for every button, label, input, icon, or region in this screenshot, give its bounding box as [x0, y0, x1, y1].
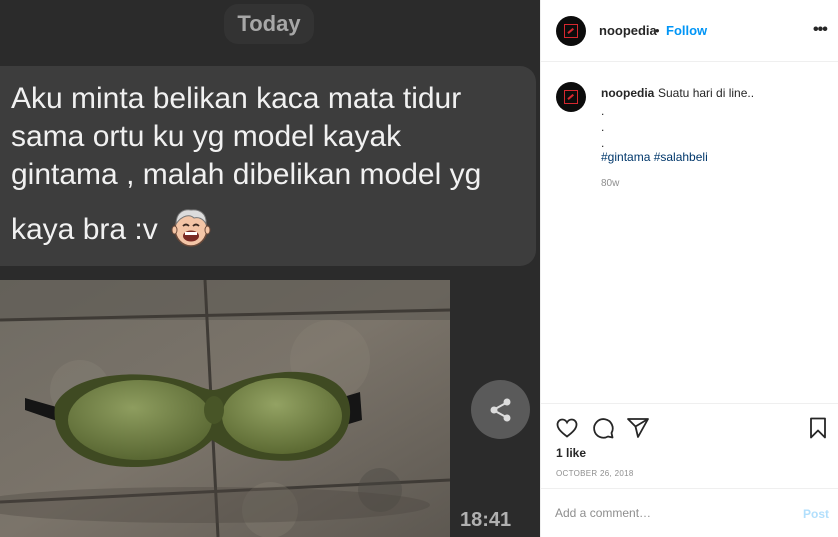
caption-text: Suatu hari di line.. — [658, 86, 755, 100]
comment-input[interactable] — [555, 506, 785, 520]
post-caption: noopedia Suatu hari di line.. . . . #gin… — [541, 62, 838, 404]
bookmark-icon[interactable] — [806, 416, 830, 440]
post-date: OCTOBER 26, 2018 — [556, 469, 634, 478]
message-line: kaya bra :v — [11, 212, 158, 246]
caption-dot: . — [601, 120, 605, 134]
header-separator: • — [655, 23, 660, 38]
more-options-icon[interactable]: ••• — [813, 21, 828, 39]
caption-age: 80w — [601, 178, 620, 189]
message-line: Aku minta belikan kaca mata tidur — [11, 82, 462, 115]
post-actions: 1 like OCTOBER 26, 2018 — [541, 404, 838, 488]
follow-button[interactable]: Follow — [666, 23, 707, 38]
share-direct-icon[interactable] — [626, 416, 650, 440]
day-separator: Today — [224, 4, 314, 44]
comment-icon[interactable] — [591, 416, 615, 440]
green-sleep-mask-photo-icon — [0, 280, 450, 537]
day-label: Today — [237, 11, 301, 36]
caption-dot: . — [601, 104, 605, 118]
share-icon[interactable] — [471, 380, 530, 439]
caption-username[interactable]: noopedia — [601, 86, 654, 100]
message-line: sama ortu ku yg model kayak — [11, 120, 402, 153]
message-timestamp: 18:41 — [460, 509, 512, 531]
message-line-last: kaya bra :v — [11, 209, 531, 252]
chat-message: Aku minta belikan kaca mata tidur sama o… — [11, 80, 531, 252]
noopedia-logo-avatar-icon[interactable] — [556, 16, 586, 46]
message-line: gintama , malah dibelikan model yg — [11, 158, 482, 191]
post-media[interactable]: Today Aku minta belikan kaca mata tidur … — [0, 0, 540, 537]
post-side-panel: noopedia • Follow ••• noopedia Suatu har… — [540, 0, 838, 537]
comment-bar: Post — [541, 488, 838, 537]
likes-count[interactable]: 1 like — [556, 446, 586, 460]
header-username[interactable]: noopedia — [599, 23, 657, 38]
post-header: noopedia • Follow ••• — [541, 0, 838, 62]
caption-dot: . — [601, 136, 605, 150]
laughing-face-sticker-icon — [170, 206, 212, 248]
heart-icon[interactable] — [555, 416, 579, 440]
caption-avatar-icon[interactable] — [556, 82, 586, 112]
post-comment-button[interactable]: Post — [803, 507, 829, 521]
caption-hashtags[interactable]: #gintama #salahbeli — [601, 150, 708, 164]
